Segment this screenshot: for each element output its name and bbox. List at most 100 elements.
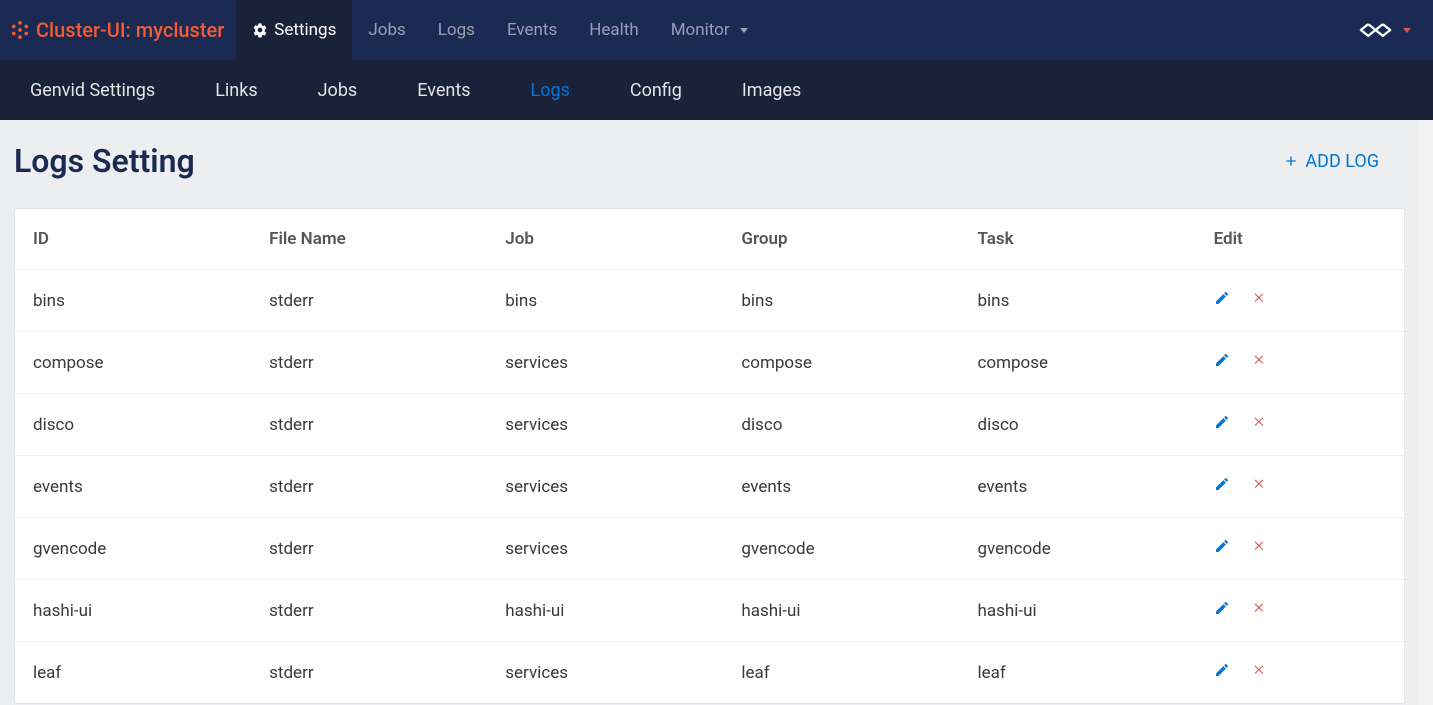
genvid-logo-icon bbox=[1355, 19, 1399, 41]
page-head: Logs Setting ADD LOG bbox=[14, 142, 1419, 180]
subtab-label: Jobs bbox=[318, 80, 358, 101]
delete-button[interactable] bbox=[1252, 476, 1268, 497]
cell-task: hashi-ui bbox=[960, 580, 1196, 642]
cell-group: events bbox=[723, 456, 959, 518]
pencil-square-icon bbox=[1214, 476, 1230, 492]
col-group: Group bbox=[723, 209, 959, 270]
table-row: hashi-ui stderr hashi-ui hashi-ui hashi-… bbox=[15, 580, 1404, 642]
page-title: Logs Setting bbox=[14, 142, 195, 180]
table-row: bins stderr bins bins bins bbox=[15, 270, 1404, 332]
tab-monitor[interactable]: Monitor bbox=[655, 0, 764, 60]
brand-right[interactable] bbox=[1345, 0, 1433, 60]
top-navbar: Cluster-UI: mycluster Settings Jobs Logs… bbox=[0, 0, 1433, 60]
subtab-label: Events bbox=[417, 80, 470, 101]
gear-icon bbox=[252, 22, 268, 38]
cell-id: gvencode bbox=[15, 518, 251, 580]
x-icon bbox=[1252, 476, 1268, 492]
add-log-button[interactable]: ADD LOG bbox=[1283, 151, 1419, 172]
caret-down-icon bbox=[740, 28, 748, 33]
page-wrap: Logs Setting ADD LOG ID File Name Job Gr… bbox=[0, 120, 1433, 704]
delete-button[interactable] bbox=[1252, 600, 1268, 621]
col-task: Task bbox=[960, 209, 1196, 270]
subtab-label: Config bbox=[630, 80, 682, 101]
logs-panel: ID File Name Job Group Task Edit bins st… bbox=[14, 208, 1405, 704]
subtab-links[interactable]: Links bbox=[185, 60, 287, 120]
brand-label: Cluster-UI: mycluster bbox=[36, 18, 224, 42]
table-row: compose stderr services compose compose bbox=[15, 332, 1404, 394]
table-row: disco stderr services disco disco bbox=[15, 394, 1404, 456]
edit-button[interactable] bbox=[1214, 600, 1230, 621]
subtab-images[interactable]: Images bbox=[712, 60, 831, 120]
subtab-label: Logs bbox=[531, 80, 570, 101]
sub-navbar: Genvid Settings Links Jobs Events Logs C… bbox=[0, 60, 1433, 120]
subtab-jobs[interactable]: Jobs bbox=[288, 60, 388, 120]
subtab-logs[interactable]: Logs bbox=[501, 60, 600, 120]
cell-file: stderr bbox=[251, 518, 487, 580]
cell-task: leaf bbox=[960, 642, 1196, 704]
tab-logs[interactable]: Logs bbox=[422, 0, 491, 60]
cell-actions bbox=[1196, 456, 1404, 518]
cell-actions bbox=[1196, 580, 1404, 642]
edit-button[interactable] bbox=[1214, 476, 1230, 497]
edit-button[interactable] bbox=[1214, 662, 1230, 683]
x-icon bbox=[1252, 538, 1268, 554]
edit-button[interactable] bbox=[1214, 290, 1230, 311]
tab-monitor-label: Monitor bbox=[671, 20, 730, 40]
cell-task: disco bbox=[960, 394, 1196, 456]
subtab-events[interactable]: Events bbox=[387, 60, 500, 120]
cell-task: compose bbox=[960, 332, 1196, 394]
x-icon bbox=[1252, 290, 1268, 306]
x-icon bbox=[1252, 600, 1268, 616]
cell-group: bins bbox=[723, 270, 959, 332]
delete-button[interactable] bbox=[1252, 414, 1268, 435]
edit-button[interactable] bbox=[1214, 538, 1230, 559]
cell-group: disco bbox=[723, 394, 959, 456]
edit-button[interactable] bbox=[1214, 414, 1230, 435]
pencil-square-icon bbox=[1214, 414, 1230, 430]
cell-task: gvencode bbox=[960, 518, 1196, 580]
tab-settings[interactable]: Settings bbox=[236, 0, 352, 60]
cell-group: gvencode bbox=[723, 518, 959, 580]
delete-button[interactable] bbox=[1252, 290, 1268, 311]
cell-file: stderr bbox=[251, 332, 487, 394]
cell-job: services bbox=[487, 642, 723, 704]
caret-down-icon bbox=[1403, 28, 1411, 33]
cell-actions bbox=[1196, 518, 1404, 580]
delete-button[interactable] bbox=[1252, 662, 1268, 683]
cell-job: services bbox=[487, 518, 723, 580]
brand[interactable]: Cluster-UI: mycluster bbox=[0, 0, 236, 60]
cell-job: bins bbox=[487, 270, 723, 332]
delete-button[interactable] bbox=[1252, 538, 1268, 559]
pencil-square-icon bbox=[1214, 290, 1230, 306]
cell-id: bins bbox=[15, 270, 251, 332]
subtab-label: Images bbox=[742, 80, 801, 101]
pencil-square-icon bbox=[1214, 352, 1230, 368]
cell-actions bbox=[1196, 270, 1404, 332]
cell-file: stderr bbox=[251, 580, 487, 642]
subtab-genvid-settings[interactable]: Genvid Settings bbox=[0, 60, 185, 120]
cell-file: stderr bbox=[251, 456, 487, 518]
cell-file: stderr bbox=[251, 270, 487, 332]
tab-events[interactable]: Events bbox=[491, 0, 573, 60]
cell-group: compose bbox=[723, 332, 959, 394]
tab-health[interactable]: Health bbox=[573, 0, 654, 60]
pencil-square-icon bbox=[1214, 600, 1230, 616]
x-icon bbox=[1252, 662, 1268, 678]
col-job: Job bbox=[487, 209, 723, 270]
subtab-config[interactable]: Config bbox=[600, 60, 712, 120]
delete-button[interactable] bbox=[1252, 352, 1268, 373]
scrollbar[interactable] bbox=[1419, 120, 1433, 705]
cell-actions bbox=[1196, 394, 1404, 456]
cell-group: leaf bbox=[723, 642, 959, 704]
table-row: events stderr services events events bbox=[15, 456, 1404, 518]
tab-jobs[interactable]: Jobs bbox=[352, 0, 421, 60]
cell-job: hashi-ui bbox=[487, 580, 723, 642]
edit-button[interactable] bbox=[1214, 352, 1230, 373]
tab-health-label: Health bbox=[589, 20, 638, 40]
tab-settings-label: Settings bbox=[274, 20, 336, 40]
cell-task: events bbox=[960, 456, 1196, 518]
pencil-square-icon bbox=[1214, 538, 1230, 554]
subtab-label: Genvid Settings bbox=[30, 80, 155, 101]
logs-table: ID File Name Job Group Task Edit bins st… bbox=[15, 209, 1404, 703]
cell-id: disco bbox=[15, 394, 251, 456]
